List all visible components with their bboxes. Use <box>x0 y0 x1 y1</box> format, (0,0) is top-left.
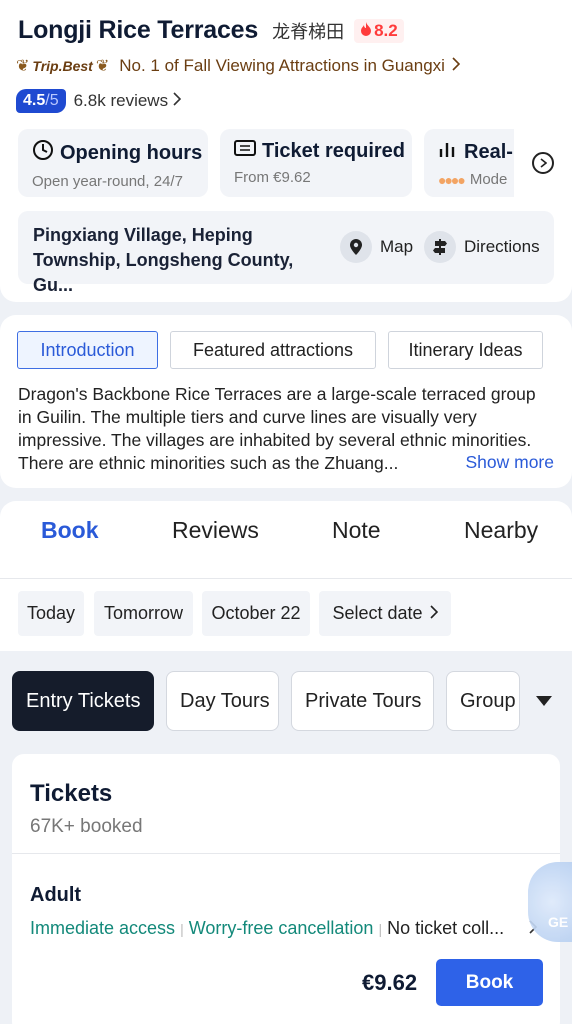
trip-best-logo: ❦ Trip.Best ❦ <box>16 58 110 75</box>
chinese-name: 龙脊梯田 <box>272 21 345 43</box>
tickets-title: Tickets <box>30 780 113 807</box>
ticket-type-adult: Adult <box>30 884 82 906</box>
laurel-right-icon: ❦ <box>95 58 110 75</box>
address-text[interactable]: Pingxiang Village, Heping Township, Long… <box>33 223 333 298</box>
ticket-features[interactable]: Immediate access | Worry-free cancellati… <box>30 918 504 939</box>
rating-row[interactable]: 4.5/5 6.8k reviews <box>16 89 182 113</box>
tickets-card: Tickets 67K+ booked Adult Immediate acce… <box>12 754 560 1024</box>
book-button[interactable]: Book <box>436 959 543 1006</box>
bar-chart-icon <box>438 139 458 165</box>
date-tomorrow[interactable]: Tomorrow <box>94 591 193 636</box>
map-pin-icon <box>340 231 372 263</box>
map-button[interactable]: Map <box>340 231 413 263</box>
date-today[interactable]: Today <box>18 591 84 636</box>
category-day-tours[interactable]: Day Tours <box>166 671 279 731</box>
divider <box>12 853 560 854</box>
assistant-mascot[interactable]: GE <box>528 862 572 942</box>
category-entry-tickets[interactable]: Entry Tickets <box>12 671 154 731</box>
ticket-icon <box>234 139 256 163</box>
flame-icon <box>360 21 372 41</box>
heat-score-badge: 8.2 <box>354 18 404 43</box>
chevron-right-icon <box>451 56 461 76</box>
chevron-right-icon <box>429 603 438 624</box>
chevron-right-icon <box>172 91 182 111</box>
introduction-card: Introduction Featured attractions Itiner… <box>0 315 572 488</box>
ranking-text: No. 1 of Fall Viewing Attractions in Gua… <box>119 56 445 75</box>
scroll-right-button[interactable] <box>514 129 572 197</box>
info-cards-scroller[interactable]: Opening hours Open year-round, 24/7 Tick… <box>18 129 572 197</box>
rating-badge: 4.5/5 <box>16 89 66 113</box>
category-private-tours[interactable]: Private Tours <box>291 671 434 731</box>
date-october-22[interactable]: October 22 <box>202 591 310 636</box>
divider <box>0 578 572 579</box>
booking-section: Book Reviews Note Nearby Today Tomorrow … <box>0 501 572 651</box>
tab-itinerary-ideas[interactable]: Itinerary Ideas <box>388 331 543 369</box>
laurel-left-icon: ❦ <box>16 58 30 75</box>
tab-book[interactable]: Book <box>41 517 99 544</box>
caret-down-icon[interactable] <box>536 696 552 706</box>
clock-icon <box>32 139 54 167</box>
tab-nearby[interactable]: Nearby <box>464 517 538 544</box>
page-title: Longji Rice Terraces <box>18 16 259 44</box>
address-card: Pingxiang Village, Heping Township, Long… <box>18 211 554 295</box>
category-group-tours[interactable]: Group T <box>446 671 520 731</box>
directions-button[interactable]: Directions <box>424 231 540 263</box>
select-date-button[interactable]: Select date <box>319 591 451 636</box>
tab-introduction[interactable]: Introduction <box>17 331 158 369</box>
ticket-price: €9.62 <box>362 970 418 995</box>
crowd-people-icon: ●●●● <box>438 171 466 188</box>
attraction-header-card: Longji Rice Terraces 龙脊梯田 8.2 ❦ Trip.Bes… <box>0 0 572 302</box>
tab-note[interactable]: Note <box>332 517 381 544</box>
chevron-right-circle-icon <box>532 152 554 174</box>
reviews-count: 6.8k reviews <box>73 91 169 110</box>
show-more-link[interactable]: Show more <box>425 451 554 474</box>
signpost-icon <box>424 231 456 263</box>
opening-hours-card[interactable]: Opening hours Open year-round, 24/7 <box>18 129 208 197</box>
tab-reviews[interactable]: Reviews <box>172 517 259 544</box>
trip-best-ranking[interactable]: ❦ Trip.Best ❦ No. 1 of Fall Viewing Attr… <box>16 56 461 76</box>
booked-count: 67K+ booked <box>30 816 143 837</box>
tab-featured-attractions[interactable]: Featured attractions <box>170 331 376 369</box>
ticket-required-card[interactable]: Ticket required From €9.62 <box>220 129 412 197</box>
title-row: Longji Rice Terraces 龙脊梯田 8.2 <box>18 16 404 45</box>
